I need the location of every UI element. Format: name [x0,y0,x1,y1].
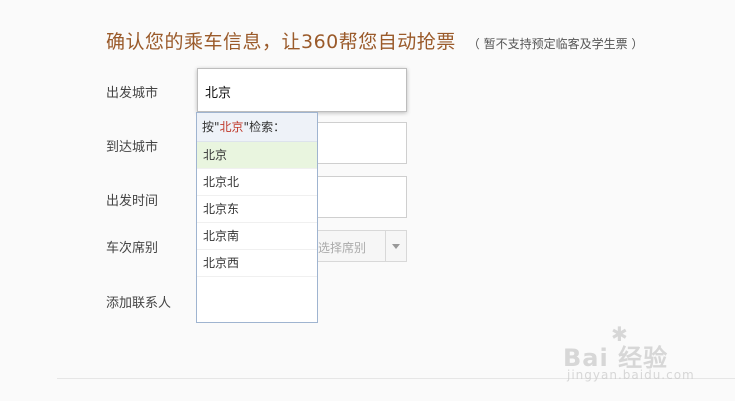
chevron-down-icon[interactable] [385,231,406,261]
from-city-input[interactable]: 北京 [197,68,407,112]
seat-class-label: 车次席别 [106,241,159,256]
city-suggestion-dropdown: 按"北京"检索： 北京 北京北 北京东 北京南 北京西 [196,112,318,323]
page-title: 确认您的乘车信息，让360帮您自动抢票 （ 暂不支持预定临客及学生票 ） [106,27,643,54]
suggestion-header-suffix: "检索： [243,120,286,134]
title-text: 确认您的乘车信息，让360帮您自动抢票 [106,31,456,53]
seat-class-placeholder: 选择席别 [318,241,367,255]
from-city-value: 北京 [205,86,232,101]
suggestion-header-prefix: 按" [202,120,220,134]
add-contact-label: 添加联系人 [106,296,172,311]
departure-date-label: 出发时间 [106,194,159,209]
baidu-jingyan-watermark: ✱ Bai 经验 jingyan.baidu.com [563,322,713,388]
title-note: （ 暂不支持预定临客及学生票 ） [467,37,644,51]
to-city-label: 到达城市 [106,140,159,155]
suggestion-item[interactable]: 北京东 [197,196,317,223]
suggestion-item[interactable]: 北京 [197,142,317,169]
suggestion-header-keyword: 北京 [219,120,244,134]
suggestion-item[interactable]: 北京西 [197,250,317,277]
watermark-url: jingyan.baidu.com [567,368,695,382]
suggestion-item[interactable]: 北京南 [197,223,317,250]
suggestion-header: 按"北京"检索： [197,113,317,142]
suggestion-item[interactable]: 北京北 [197,169,317,196]
from-city-label: 出发城市 [106,86,159,101]
